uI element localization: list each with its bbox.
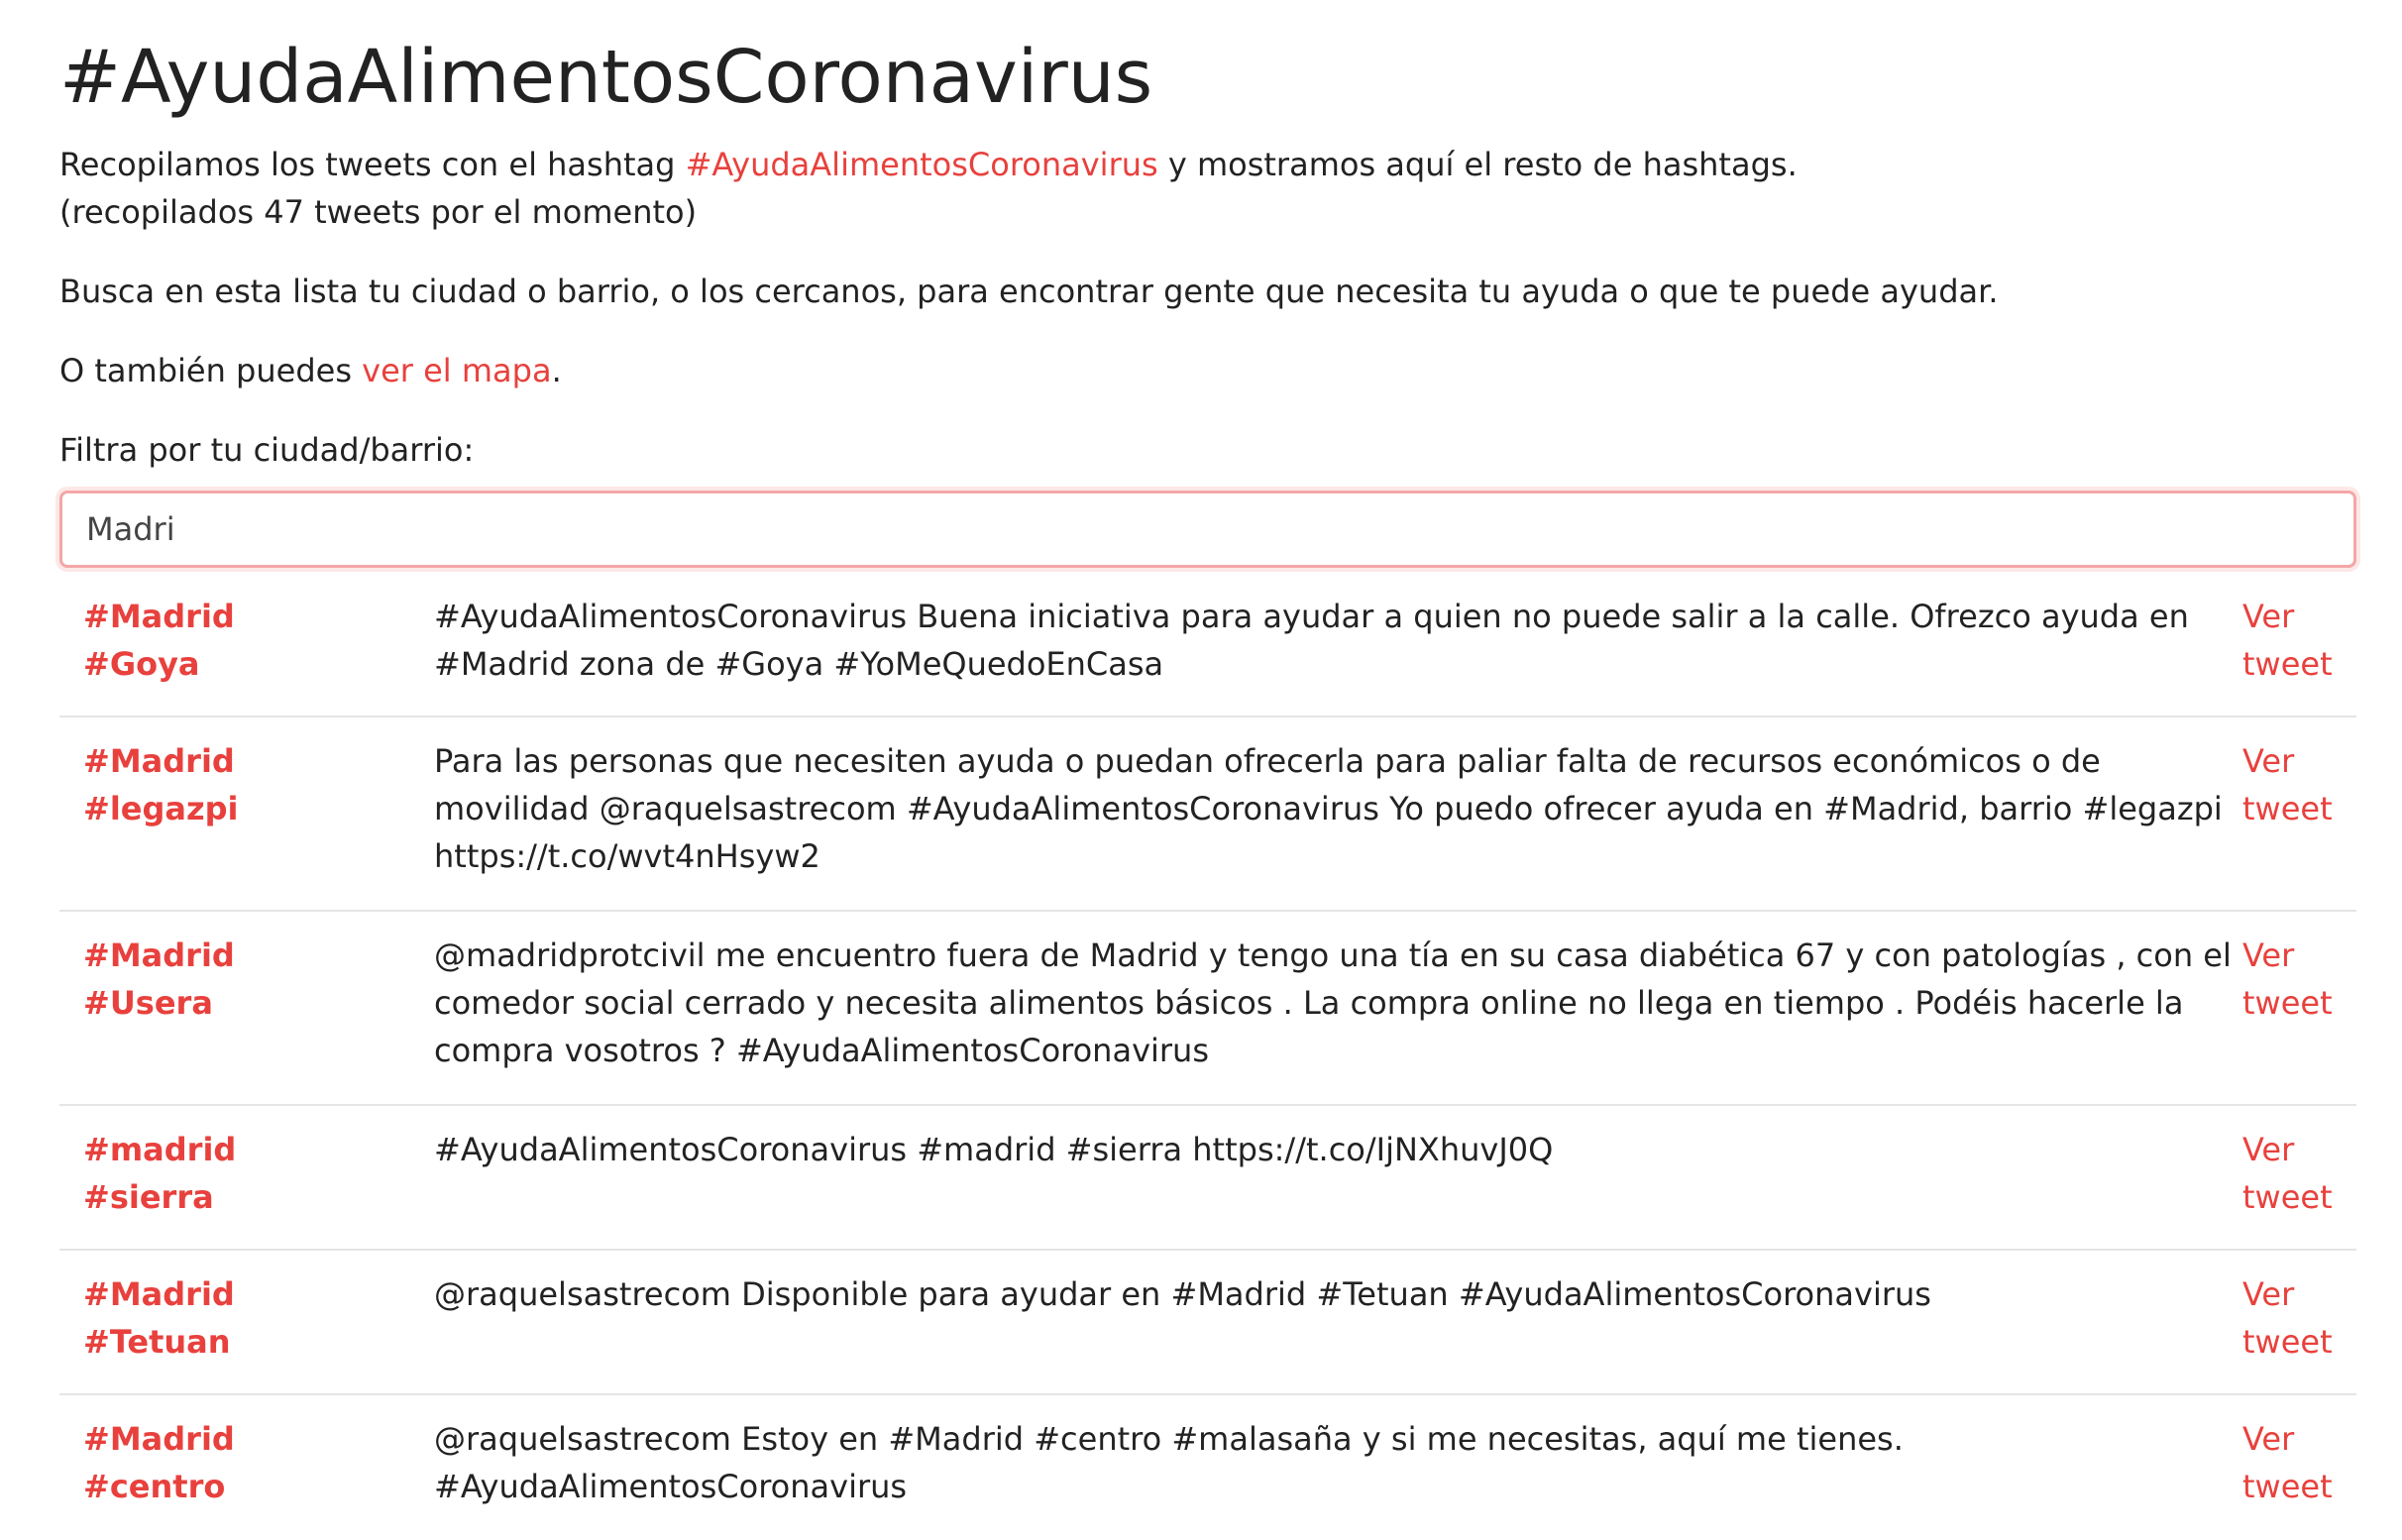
- tweet-text: @raquelsastrecom Disponible para ayudar …: [434, 1275, 1931, 1313]
- view-tweet-link[interactable]: Ver tweet: [2242, 593, 2351, 688]
- view-tweet-label-2: tweet: [2242, 984, 2333, 1022]
- view-tweet-label-1: Ver: [2242, 1420, 2295, 1458]
- row-hashtags: #Madrid #Goya: [83, 593, 410, 688]
- view-tweet-label-2: tweet: [2242, 645, 2333, 683]
- hashtag-city[interactable]: #Madrid: [83, 593, 410, 640]
- hashtag-area[interactable]: #Usera: [83, 979, 410, 1027]
- map-text-after: .: [551, 352, 562, 389]
- page-title: #AyudaAlimentosCoronavirus: [59, 35, 1153, 120]
- tweet-text: @madridprotcivil me encuentro fuera de M…: [434, 936, 2232, 1069]
- table-row: #Madrid #legazpi Para las personas que n…: [59, 717, 2356, 912]
- row-hashtags: #Madrid #legazpi: [83, 737, 410, 832]
- hashtag-city[interactable]: #madrid: [83, 1126, 410, 1173]
- hashtag-area[interactable]: #Goya: [83, 640, 410, 688]
- intro-text: Recopilamos los tweets con el hashtag #A…: [59, 141, 1798, 188]
- hashtag-area[interactable]: #centro: [83, 1463, 410, 1510]
- view-tweet-label-1: Ver: [2242, 598, 2295, 635]
- view-map-link[interactable]: ver el mapa: [362, 352, 551, 389]
- table-row: #Madrid #Goya #AyudaAlimentosCoronavirus…: [59, 573, 2356, 717]
- table-row: #Madrid #Usera @madridprotcivil me encue…: [59, 912, 2356, 1106]
- tweet-text: #AyudaAlimentosCoronavirus Buena iniciat…: [434, 598, 2189, 683]
- view-tweet-label-2: tweet: [2242, 1178, 2333, 1216]
- map-text-before: O también puedes: [59, 352, 363, 389]
- hashtag-area[interactable]: #Tetuan: [83, 1318, 410, 1366]
- view-tweet-link[interactable]: Ver tweet: [2242, 932, 2351, 1027]
- table-row: #madrid #sierra #AyudaAlimentosCoronavir…: [59, 1106, 2356, 1251]
- view-tweet-label-2: tweet: [2242, 790, 2333, 827]
- view-tweet-label-1: Ver: [2242, 742, 2295, 780]
- hashtag-area[interactable]: #legazpi: [83, 785, 410, 832]
- row-hashtags: #Madrid #Usera: [83, 932, 410, 1027]
- instructions-text: Busca en esta lista tu ciudad o barrio, …: [59, 273, 1999, 310]
- map-text: O también puedes ver el mapa.: [59, 347, 562, 394]
- view-tweet-link[interactable]: Ver tweet: [2242, 1415, 2351, 1510]
- view-tweet-link[interactable]: Ver tweet: [2242, 737, 2351, 832]
- view-tweet-label-1: Ver: [2242, 936, 2295, 974]
- filter-input[interactable]: [62, 494, 2353, 565]
- tweet-table: #Madrid #Goya #AyudaAlimentosCoronavirus…: [59, 573, 2356, 1540]
- intro-text-after: y mostramos aquí el resto de hashtags.: [1157, 146, 1798, 183]
- tweet-text: #AyudaAlimentosCoronavirus #madrid #sier…: [434, 1131, 1554, 1168]
- filter-input-wrapper: [59, 491, 2356, 568]
- hashtag-area[interactable]: #sierra: [83, 1173, 410, 1221]
- table-row: #Madrid #centro @raquelsastrecom Estoy e…: [59, 1395, 2356, 1540]
- hashtag-city[interactable]: #Madrid: [83, 1415, 410, 1463]
- view-tweet-label-2: tweet: [2242, 1468, 2333, 1505]
- view-tweet-label-1: Ver: [2242, 1131, 2295, 1168]
- view-tweet-label-2: tweet: [2242, 1323, 2333, 1361]
- row-hashtags: #Madrid #centro: [83, 1415, 410, 1510]
- filter-label: Filtra por tu ciudad/barrio:: [59, 431, 475, 469]
- view-tweet-label-1: Ver: [2242, 1275, 2295, 1313]
- hashtag-city[interactable]: #Madrid: [83, 932, 410, 979]
- view-tweet-link[interactable]: Ver tweet: [2242, 1270, 2351, 1366]
- tweet-text: @raquelsastrecom Estoy en #Madrid #centr…: [434, 1420, 1904, 1505]
- hashtag-city[interactable]: #Madrid: [83, 1270, 410, 1318]
- view-tweet-link[interactable]: Ver tweet: [2242, 1126, 2351, 1221]
- table-row: #Madrid #Tetuan @raquelsastrecom Disponi…: [59, 1251, 2356, 1395]
- tweet-count-text: (recopilados 47 tweets por el momento): [59, 193, 698, 231]
- hashtag-city[interactable]: #Madrid: [83, 737, 410, 785]
- row-hashtags: #madrid #sierra: [83, 1126, 410, 1221]
- hashtag-link[interactable]: #AyudaAlimentosCoronavirus: [686, 146, 1158, 183]
- tweet-text: Para las personas que necesiten ayuda o …: [434, 742, 2223, 875]
- row-hashtags: #Madrid #Tetuan: [83, 1270, 410, 1366]
- intro-text-before: Recopilamos los tweets con el hashtag: [59, 146, 686, 183]
